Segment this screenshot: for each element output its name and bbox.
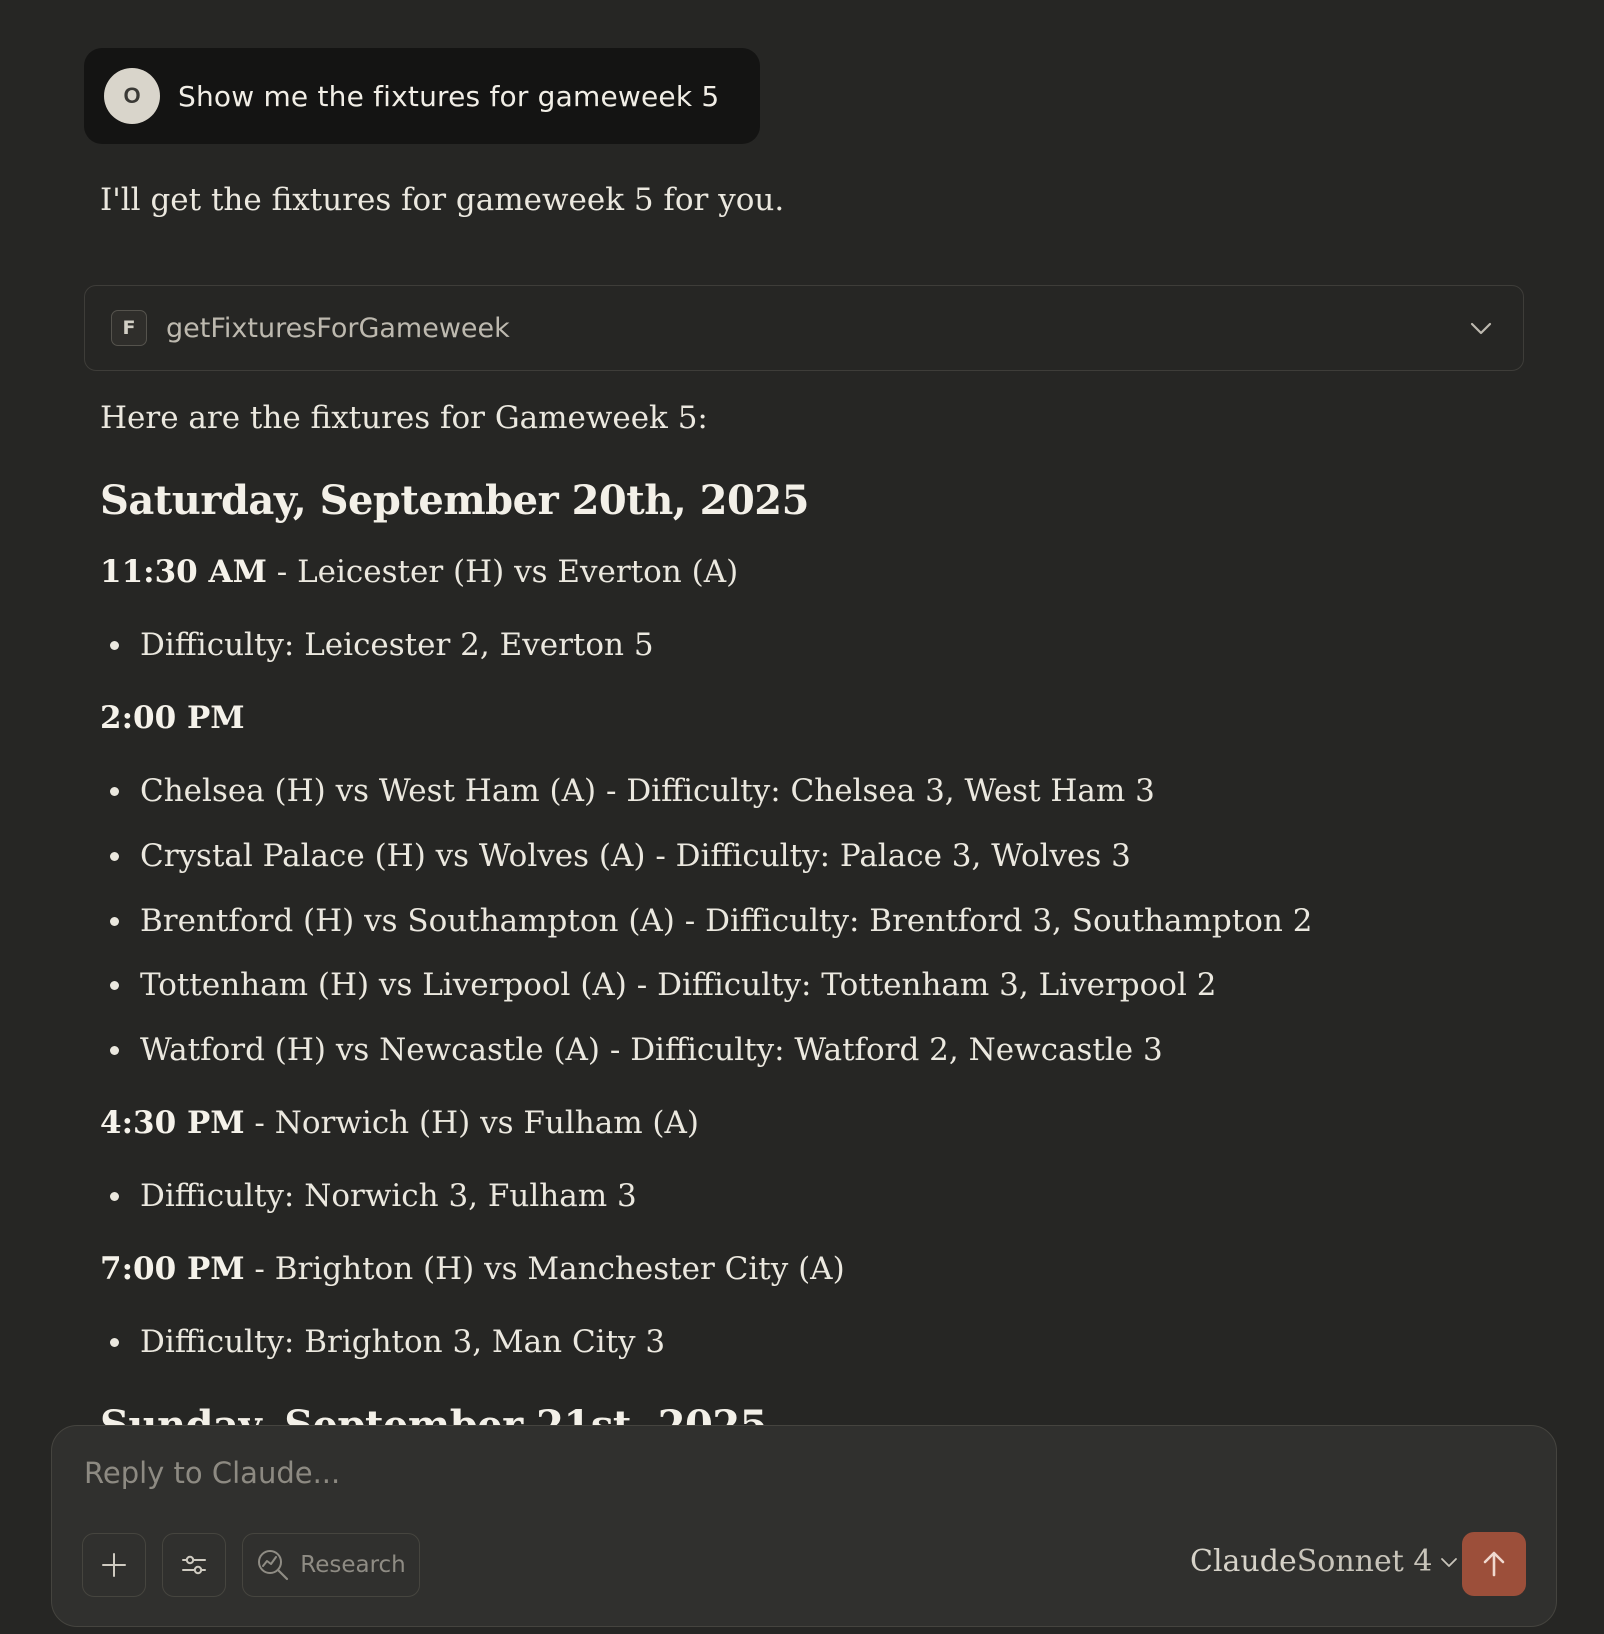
list-item-text: Difficulty: Leicester 2, Everton 5: [140, 627, 654, 663]
slot-match: - Leicester (H) vs Everton (A): [266, 554, 739, 590]
list-item: Difficulty: Brighton 3, Man City 3: [110, 1324, 665, 1360]
list-item: Tottenham (H) vs Liverpool (A) - Difficu…: [110, 967, 1216, 1003]
assistant-lead: Here are the fixtures for Gameweek 5:: [100, 400, 708, 436]
bullet-dot: [110, 786, 119, 796]
reply-composer: Reply to Claude... Research Claude Sonne…: [51, 1425, 1557, 1627]
research-icon: [258, 1550, 289, 1581]
bullet-dot: [110, 1045, 119, 1055]
add-button[interactable]: [82, 1533, 146, 1597]
list-item-text: Difficulty: Norwich 3, Fulham 3: [140, 1178, 637, 1214]
user-message: O Show me the fixtures for gameweek 5: [84, 48, 760, 144]
assistant-intro: I'll get the fixtures for gameweek 5 for…: [100, 182, 785, 218]
tool-badge: F: [111, 310, 147, 346]
list-item-text: Tottenham (H) vs Liverpool (A) - Difficu…: [140, 967, 1217, 1003]
slot-time: 11:30 AM: [100, 554, 267, 590]
list-item: Watford (H) vs Newcastle (A) - Difficult…: [110, 1032, 1163, 1068]
slot-time: 4:30 PM: [100, 1105, 245, 1141]
tools-button[interactable]: [162, 1533, 226, 1597]
list-item: Difficulty: Leicester 2, Everton 5: [110, 627, 654, 663]
sliders-icon: [182, 1555, 206, 1575]
fixture-slot: 11:30 AM - Leicester (H) vs Everton (A): [100, 554, 738, 590]
plus-icon: [102, 1553, 126, 1577]
user-message-text: Show me the fixtures for gameweek 5: [178, 79, 720, 113]
bullet-dot: [110, 1191, 119, 1201]
chat-view: O Show me the fixtures for gameweek 5 I'…: [0, 0, 1604, 1634]
model-selector[interactable]: Claude Sonnet 4: [1190, 1544, 1460, 1579]
chevron-down-icon: [1441, 1557, 1458, 1567]
tool-name: getFixturesForGameweek: [166, 312, 510, 344]
arrow-up-icon: [1483, 1551, 1505, 1577]
slot-time: 7:00 PM: [100, 1251, 245, 1287]
list-item-text: Brentford (H) vs Southampton (A) - Diffi…: [140, 903, 1313, 939]
slot-time: 2:00 PM: [100, 700, 245, 736]
list-item-text: Difficulty: Brighton 3, Man City 3: [140, 1324, 666, 1360]
day-heading: Saturday, September 20th, 2025: [100, 477, 809, 524]
model-name: Sonnet 4: [1296, 1544, 1433, 1579]
list-item-text: Crystal Palace (H) vs Wolves (A) - Diffi…: [140, 838, 1131, 874]
list-item: Crystal Palace (H) vs Wolves (A) - Diffi…: [110, 838, 1131, 874]
model-brand: Claude: [1190, 1544, 1297, 1579]
bullet-dot: [110, 980, 119, 990]
bullet-dot: [110, 916, 119, 926]
slot-match: - Brighton (H) vs Manchester City (A): [244, 1251, 845, 1287]
reply-input[interactable]: Reply to Claude...: [84, 1456, 340, 1490]
list-item: Difficulty: Norwich 3, Fulham 3: [110, 1178, 637, 1214]
fixture-slot: 2:00 PM: [100, 700, 245, 736]
fixture-slot: 7:00 PM - Brighton (H) vs Manchester Cit…: [100, 1251, 845, 1287]
list-item: Chelsea (H) vs West Ham (A) - Difficulty…: [110, 773, 1155, 809]
bullet-dot: [110, 1337, 119, 1347]
slot-match: - Norwich (H) vs Fulham (A): [244, 1105, 700, 1141]
list-item-text: Watford (H) vs Newcastle (A) - Difficult…: [140, 1032, 1163, 1068]
bullet-dot: [110, 640, 119, 650]
fixture-slot: 4:30 PM - Norwich (H) vs Fulham (A): [100, 1105, 699, 1141]
list-item-text: Chelsea (H) vs West Ham (A) - Difficulty…: [140, 773, 1155, 809]
send-button[interactable]: [1462, 1532, 1526, 1596]
list-item: Brentford (H) vs Southampton (A) - Diffi…: [110, 903, 1312, 939]
research-button[interactable]: Research: [242, 1533, 420, 1597]
chevron-down-icon[interactable]: [1467, 314, 1495, 342]
research-label: Research: [300, 1552, 406, 1578]
bullet-dot: [110, 851, 119, 861]
avatar[interactable]: O: [104, 68, 160, 124]
tool-call-card[interactable]: F getFixturesForGameweek: [84, 285, 1524, 371]
